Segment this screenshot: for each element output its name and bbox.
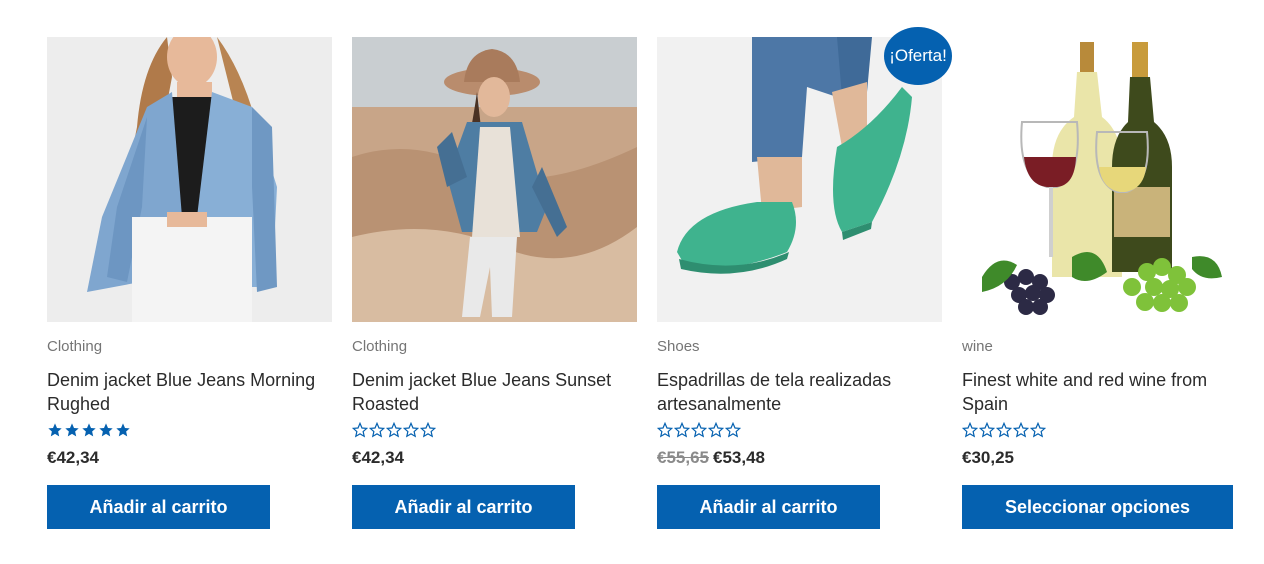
product-price: €30,25: [962, 448, 1247, 470]
star-filled-icon: [116, 423, 130, 437]
current-price: €53,48: [713, 448, 765, 467]
product-price: €42,34: [47, 448, 332, 470]
product-image[interactable]: [962, 37, 1247, 322]
star-empty-icon: [1013, 422, 1029, 438]
star-filled-icon: [99, 423, 113, 437]
star-empty-icon: [369, 422, 385, 438]
star-empty-icon: [403, 422, 419, 438]
product-category[interactable]: Shoes: [657, 338, 942, 360]
product-title[interactable]: Espadrillas de tela realizadas artesanal…: [657, 368, 942, 416]
star-filled-icon: [65, 423, 79, 437]
product-grid: Clothing Denim jacket Blue Jeans Morning…: [47, 27, 1247, 537]
star-filled-icon: [82, 423, 96, 437]
current-price: €30,25: [962, 448, 1014, 467]
product-card: Clothing Denim jacket Blue Jeans Morning…: [47, 37, 332, 529]
star-empty-icon: [979, 422, 995, 438]
product-card: ¡Oferta! Shoes Espadrillas de tela reali…: [657, 27, 952, 529]
add-to-cart-button[interactable]: Añadir al carrito: [657, 485, 880, 529]
rating-stars: [657, 422, 942, 442]
product-card: Clothing Denim jacket Blue Jeans Sunset …: [352, 37, 637, 529]
product-category[interactable]: wine: [962, 338, 1247, 360]
rating-stars: [352, 422, 637, 442]
wine-bottles-grapes-photo: [962, 37, 1247, 322]
add-to-cart-button[interactable]: Añadir al carrito: [352, 485, 575, 529]
star-empty-icon: [708, 422, 724, 438]
product-title[interactable]: Denim jacket Blue Jeans Sunset Roasted: [352, 368, 637, 416]
star-empty-icon: [674, 422, 690, 438]
product-price: €42,34: [352, 448, 637, 470]
old-price: €55,65: [657, 448, 709, 467]
product-image[interactable]: [47, 37, 332, 322]
add-to-cart-button[interactable]: Añadir al carrito: [47, 485, 270, 529]
star-empty-icon: [962, 422, 978, 438]
star-empty-icon: [1030, 422, 1046, 438]
star-empty-icon: [657, 422, 673, 438]
product-price: €55,65 €53,48: [657, 448, 942, 470]
star-empty-icon: [996, 422, 1012, 438]
star-empty-icon: [725, 422, 741, 438]
current-price: €42,34: [47, 448, 99, 467]
woman-hat-field-photo: [352, 37, 637, 322]
product-title[interactable]: Denim jacket Blue Jeans Morning Rughed: [47, 368, 332, 416]
product-title[interactable]: Finest white and red wine from Spain: [962, 368, 1247, 416]
star-empty-icon: [386, 422, 402, 438]
rating-stars: [47, 422, 332, 442]
product-image[interactable]: [352, 37, 637, 322]
woman-denim-jacket-photo: [47, 37, 332, 322]
rating-stars: [962, 422, 1247, 442]
sale-badge: ¡Oferta!: [884, 27, 952, 85]
star-filled-icon: [48, 423, 62, 437]
current-price: €42,34: [352, 448, 404, 467]
star-empty-icon: [420, 422, 436, 438]
product-image[interactable]: ¡Oferta!: [657, 27, 952, 322]
product-category[interactable]: Clothing: [352, 338, 637, 360]
star-empty-icon: [352, 422, 368, 438]
select-options-button[interactable]: Seleccionar opciones: [962, 485, 1233, 529]
star-empty-icon: [691, 422, 707, 438]
product-category[interactable]: Clothing: [47, 338, 332, 360]
product-card: wine Finest white and red wine from Spai…: [962, 37, 1247, 529]
